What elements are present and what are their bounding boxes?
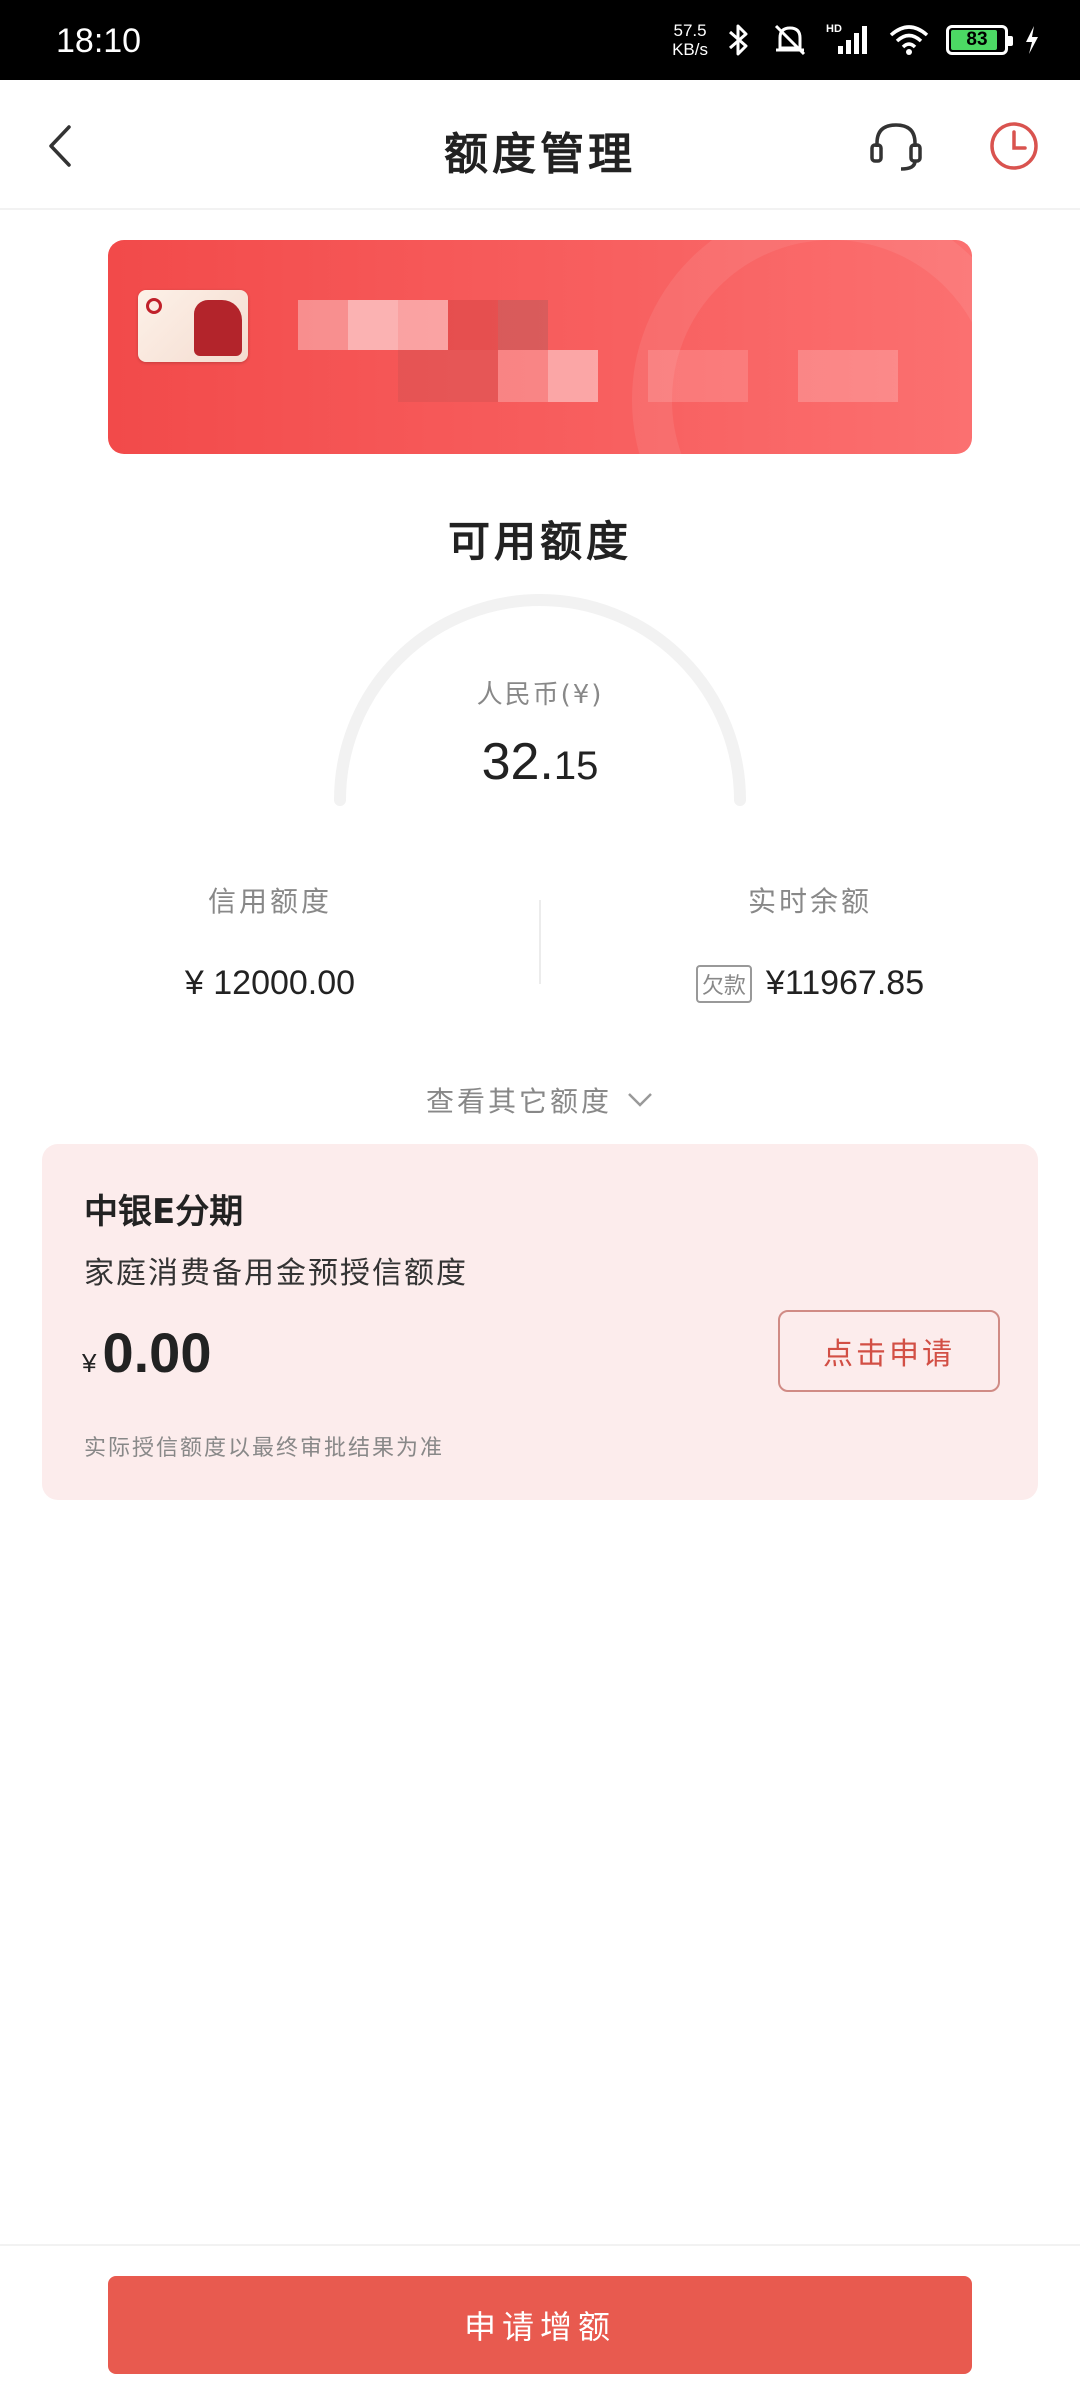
- history-button[interactable]: [982, 114, 1046, 178]
- available-credit-title: 可用额度: [447, 517, 632, 566]
- installment-amount: ¥ 0.00: [82, 1321, 212, 1384]
- bluetooth-icon: [724, 22, 754, 58]
- svg-text:HD: HD: [826, 23, 842, 35]
- credit-limit-label: 信用额度: [207, 885, 332, 918]
- battery-indicator: 83: [946, 25, 1013, 55]
- apply-button[interactable]: 点击申请: [778, 1310, 1000, 1392]
- credit-limit-stat: 信用额度 ¥ 12000.00: [0, 880, 540, 1003]
- mute-vibrate-icon: [770, 22, 810, 58]
- debt-badge: 欠款: [695, 964, 752, 1003]
- installment-title: 中银E分期: [84, 1192, 244, 1232]
- card-thumbnail: [138, 290, 248, 362]
- credit-limit-value: ¥ 12000.00: [184, 964, 356, 1002]
- customer-service-button[interactable]: [864, 114, 928, 178]
- header: 额度管理: [0, 80, 1080, 210]
- available-amount: 32.15: [481, 733, 599, 791]
- view-other-label: 查看其它额度: [425, 1085, 612, 1118]
- currency-label: 人民币(¥): [476, 680, 604, 710]
- charging-icon: [1024, 25, 1040, 55]
- status-icons: 57.5 KB/s HD 83: [672, 16, 1040, 64]
- customer-service-headset-icon: [870, 123, 922, 171]
- bank-logo-icon: [146, 298, 162, 314]
- bottom-bar: 申请增额: [0, 2244, 1080, 2400]
- status-bar: 18:10 57.5 KB/s HD 83: [0, 0, 1080, 80]
- network-speed: 57.5 KB/s: [672, 21, 708, 59]
- signal-icon: HD: [826, 22, 872, 58]
- apply-increase-button[interactable]: 申请增额: [108, 2276, 972, 2374]
- installment-subtitle: 家庭消费备用金预授信额度: [84, 1256, 468, 1291]
- clock-history-icon: [990, 122, 1038, 170]
- balance-value: ¥11967.85: [765, 964, 925, 1002]
- installment-card: 中银E分期 家庭消费备用金预授信额度 ¥ 0.00 点击申请 实际授信额度以最终…: [42, 1144, 1038, 1500]
- card-banner[interactable]: [108, 240, 972, 454]
- installment-note: 实际授信额度以最终审批结果为准: [84, 1436, 445, 1461]
- credit-stats: 信用额度 ¥ 12000.00 实时余额 欠款 ¥11967.85: [0, 880, 1080, 1003]
- status-time: 18:10: [56, 22, 142, 60]
- wifi-icon: [888, 23, 930, 57]
- chevron-down-icon: [628, 1093, 652, 1107]
- view-other-credit-toggle[interactable]: 查看其它额度: [0, 1080, 1080, 1120]
- balance-label: 实时余额: [747, 885, 872, 918]
- balance-stat: 实时余额 欠款 ¥11967.85: [540, 880, 1080, 1003]
- blurred-card-info: [298, 300, 598, 350]
